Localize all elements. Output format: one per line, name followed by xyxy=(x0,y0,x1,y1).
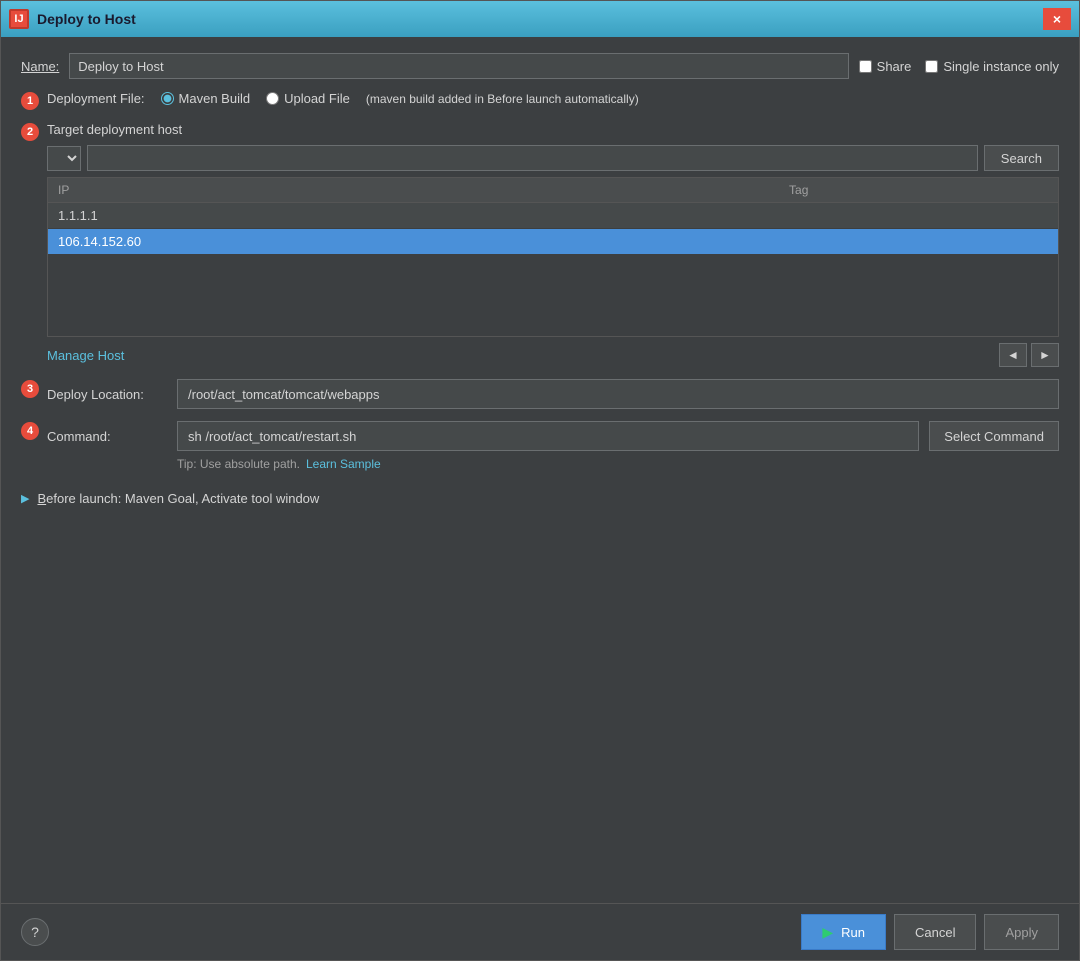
ip-column-header: IP xyxy=(48,178,779,203)
tag-cell xyxy=(779,229,1058,255)
tag-column-header: Tag xyxy=(779,178,1058,203)
name-row: Name: Share Single instance only xyxy=(21,53,1059,79)
tag-cell xyxy=(779,203,1058,229)
search-button[interactable]: Search xyxy=(984,145,1059,171)
deployment-note: (maven build added in Before launch auto… xyxy=(366,92,639,106)
step4-content: Command: Select Command Tip: Use absolut… xyxy=(47,421,1059,471)
dialog-content: Name: Share Single instance only 1 Deplo… xyxy=(1,37,1079,903)
maven-build-label: Maven Build xyxy=(179,91,251,106)
before-launch-text: Before launch: Maven Goal, Activate tool… xyxy=(37,491,319,506)
target-host-title: Target deployment host xyxy=(47,122,1059,137)
title-bar-left: IJ Deploy to Host xyxy=(9,9,136,29)
run-icon: ▶ xyxy=(822,924,833,941)
run-button[interactable]: ▶ Run xyxy=(801,914,886,950)
name-options: Share Single instance only xyxy=(859,59,1059,74)
filter-select-container xyxy=(47,146,81,171)
step1-row: 1 Deployment File: Maven Build Upload Fi… xyxy=(21,91,1059,110)
deployment-file-label: Deployment File: xyxy=(47,91,145,106)
filter-input[interactable] xyxy=(87,145,978,171)
single-instance-checkbox[interactable] xyxy=(925,60,938,73)
action-buttons: ▶ Run Cancel Apply xyxy=(801,914,1059,950)
deploy-to-host-window: IJ Deploy to Host × Name: Share Single i… xyxy=(0,0,1080,961)
manage-row: Manage Host ◄ ► xyxy=(47,343,1059,367)
step2-badge: 2 xyxy=(21,123,39,141)
cancel-button[interactable]: Cancel xyxy=(894,914,976,950)
step3-badge: 3 xyxy=(21,380,39,398)
step2-content: Target deployment host Search IP Tag xyxy=(47,122,1059,367)
share-label: Share xyxy=(877,59,912,74)
ip-cell: 106.14.152.60 xyxy=(48,229,779,255)
before-launch-rest: efore launch: Maven Goal, Activate tool … xyxy=(46,491,319,506)
deploy-location-input[interactable] xyxy=(177,379,1059,409)
single-instance-checkbox-group: Single instance only xyxy=(925,59,1059,74)
name-input[interactable] xyxy=(69,53,848,79)
select-command-button[interactable]: Select Command xyxy=(929,421,1059,451)
app-icon: IJ xyxy=(9,9,29,29)
tip-row: Tip: Use absolute path. Learn Sample xyxy=(47,457,1059,471)
expand-icon[interactable]: ▶ xyxy=(21,492,29,505)
maven-build-radio[interactable] xyxy=(161,92,174,105)
command-input[interactable] xyxy=(177,421,919,451)
apply-button[interactable]: Apply xyxy=(984,914,1059,950)
command-label: Command: xyxy=(47,429,167,444)
host-table-container: IP Tag 1.1.1.1106.14.152.60 xyxy=(47,177,1059,337)
run-label: Run xyxy=(841,925,865,940)
tip-text: Tip: Use absolute path. xyxy=(177,457,300,471)
step4-badge: 4 xyxy=(21,422,39,440)
maven-build-radio-group: Maven Build xyxy=(161,91,251,106)
table-row[interactable]: 1.1.1.1 xyxy=(48,203,1058,229)
nav-buttons: ◄ ► xyxy=(999,343,1059,367)
step1-content: Deployment File: Maven Build Upload File… xyxy=(47,91,1059,106)
bottom-bar: ? ▶ Run Cancel Apply xyxy=(1,903,1079,960)
close-button[interactable]: × xyxy=(1043,8,1071,30)
before-launch-row: ▶ Before launch: Maven Goal, Activate to… xyxy=(21,491,1059,506)
nav-prev-button[interactable]: ◄ xyxy=(999,343,1027,367)
ip-cell: 1.1.1.1 xyxy=(48,203,779,229)
step3-row: 3 Deploy Location: xyxy=(21,379,1059,409)
single-instance-label: Single instance only xyxy=(943,59,1059,74)
learn-sample-link[interactable]: Learn Sample xyxy=(306,457,381,471)
upload-file-radio-group: Upload File xyxy=(266,91,350,106)
host-table: IP Tag 1.1.1.1106.14.152.60 xyxy=(48,178,1058,255)
share-checkbox[interactable] xyxy=(859,60,872,73)
help-button[interactable]: ? xyxy=(21,918,49,946)
title-bar: IJ Deploy to Host × xyxy=(1,1,1079,37)
filter-select[interactable] xyxy=(48,147,80,170)
window-title: Deploy to Host xyxy=(37,11,136,27)
step4-row: 4 Command: Select Command Tip: Use absol… xyxy=(21,421,1059,471)
deployment-file-row: Deployment File: Maven Build Upload File… xyxy=(47,91,1059,106)
table-header-row: IP Tag xyxy=(48,178,1058,203)
nav-next-button[interactable]: ► xyxy=(1031,343,1059,367)
share-checkbox-group: Share xyxy=(859,59,912,74)
deploy-location-row: Deploy Location: xyxy=(47,379,1059,409)
table-row[interactable]: 106.14.152.60 xyxy=(48,229,1058,255)
deploy-location-label: Deploy Location: xyxy=(47,387,167,402)
upload-file-label: Upload File xyxy=(284,91,350,106)
command-row: Command: Select Command xyxy=(47,421,1059,451)
name-label: Name: xyxy=(21,59,59,74)
before-launch-underline-char: B xyxy=(37,491,46,506)
upload-file-radio[interactable] xyxy=(266,92,279,105)
step3-content: Deploy Location: xyxy=(47,379,1059,409)
filter-row: Search xyxy=(47,145,1059,171)
manage-host-link[interactable]: Manage Host xyxy=(47,348,124,363)
step2-row: 2 Target deployment host Search IP xyxy=(21,122,1059,367)
step1-badge: 1 xyxy=(21,92,39,110)
